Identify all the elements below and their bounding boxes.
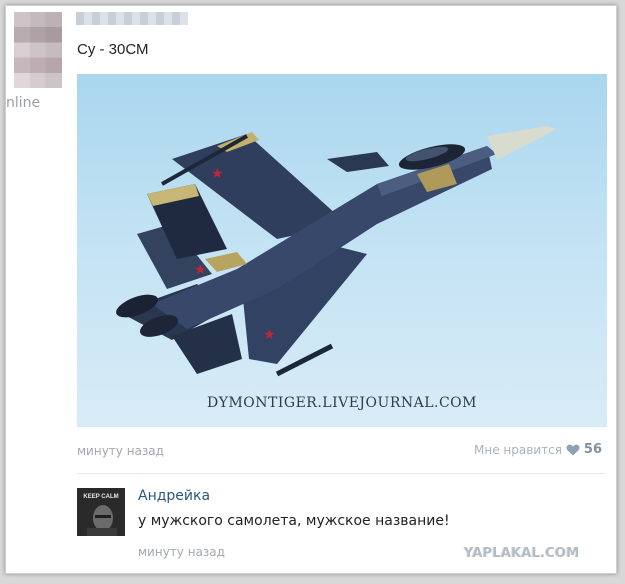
like-button[interactable]: Мне нравится 56	[474, 442, 602, 457]
svg-text:★: ★	[263, 327, 276, 343]
svg-text:★: ★	[194, 262, 207, 278]
author-name[interactable]	[76, 12, 188, 25]
svg-text:★: ★	[211, 166, 224, 182]
post-title: Су - 30СМ	[77, 41, 149, 58]
online-status: nline	[6, 95, 41, 111]
fighter-jet-illustration: ★ ★ ★	[116, 126, 557, 377]
like-count: 56	[583, 442, 602, 457]
commenter-name-link[interactable]: Андрейка	[138, 488, 210, 504]
comments-divider	[77, 473, 606, 474]
post-card: nline Су - 30СМ ★ ★ ★ DYMONTIGER.LIVEJOU…	[5, 5, 617, 574]
commenter-avatar[interactable]: KEEP CALM	[77, 488, 125, 536]
like-label: Мне нравится	[474, 442, 562, 457]
author-avatar[interactable]	[14, 12, 62, 88]
face-icon	[87, 505, 117, 536]
site-watermark: YAPLAKAL.COM	[464, 546, 580, 561]
photo-watermark: DYMONTIGER.LIVEJOURNAL.COM	[206, 395, 477, 411]
comment-time-link[interactable]: минуту назад	[138, 545, 225, 559]
post-photo[interactable]: ★ ★ ★ DYMONTIGER.LIVEJOURNAL.COM	[77, 74, 607, 427]
post-time-link[interactable]: минуту назад	[77, 444, 164, 458]
heart-icon	[566, 444, 580, 455]
comment-text: у мужского самолета, мужское название!	[138, 513, 450, 529]
